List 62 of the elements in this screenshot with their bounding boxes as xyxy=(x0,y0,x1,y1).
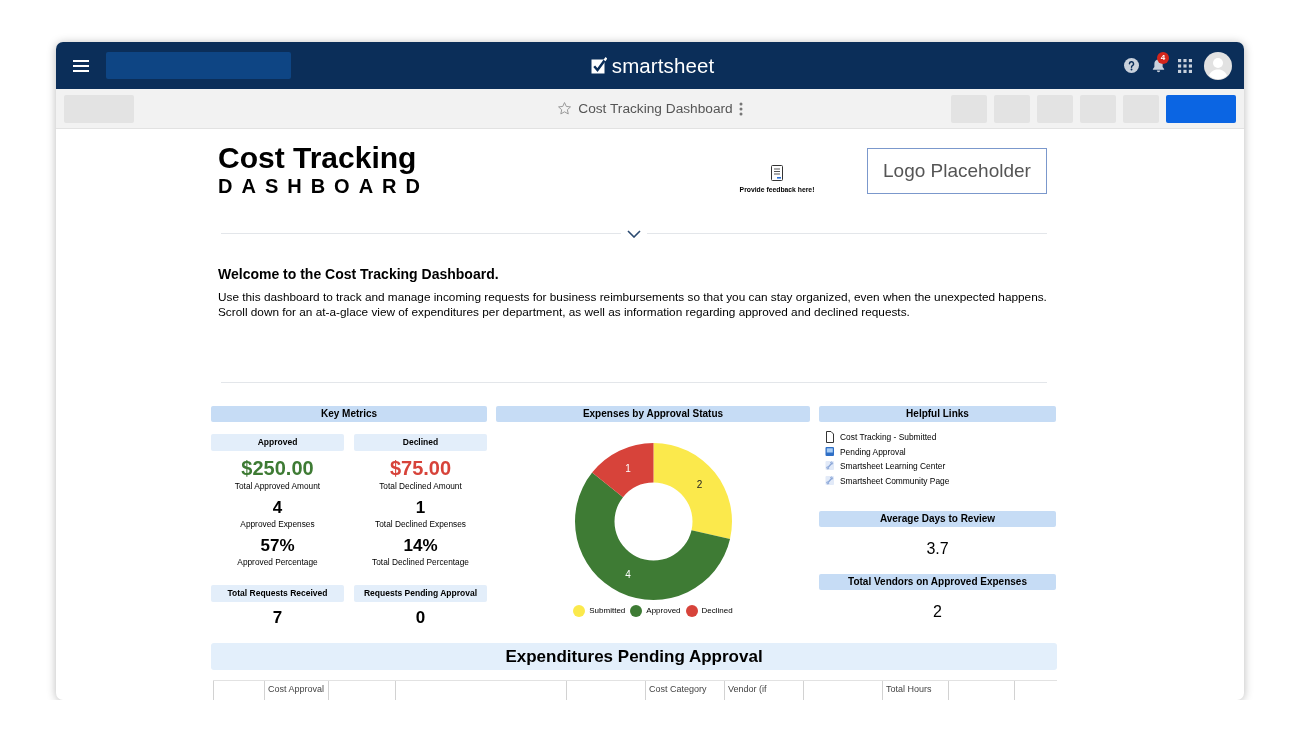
metric-value: 0 xyxy=(415,608,426,627)
helpful-link[interactable]: Cost Tracking - Submitted xyxy=(825,430,937,445)
metric-value: 4 xyxy=(272,498,283,517)
logo-icon xyxy=(590,57,607,74)
metric-value: 3.7 xyxy=(926,540,949,558)
section-header: Total Vendors on Approved Expenses xyxy=(819,574,1056,590)
metric-label: Approved Percentage xyxy=(237,557,318,568)
avatar-icon[interactable] xyxy=(1204,51,1232,80)
notification-badge: 4 xyxy=(1157,52,1169,64)
metric-label: Total Declined Amount xyxy=(379,481,462,492)
welcome-heading: Welcome to the Cost Tracking Dashboard. xyxy=(218,265,500,283)
link-icon xyxy=(825,460,835,473)
column-header: Vendor (if xyxy=(724,681,803,700)
helpful-link[interactable]: Smartsheet Learning Center xyxy=(825,459,946,474)
metric-label: Approved Expenses xyxy=(240,519,315,530)
metric-label: Total Approved Amount xyxy=(234,481,321,492)
metric-amount: $75.00 xyxy=(389,457,452,479)
metric-label: Total Declined Percentage xyxy=(372,557,469,568)
section-header: Expenses by Approval Status xyxy=(496,406,810,422)
logo-placeholder-text: Logo Placeholder xyxy=(883,160,1031,182)
primary-button-placeholder xyxy=(1166,94,1236,123)
welcome-text: Use this dashboard to track and manage incoming requests for business reimbursements so that you can stay organized, even when the unexpected happens. Scroll down for an at-a-glace view of expenditures per department, as well as information regarding approved and declined requests. xyxy=(218,290,1048,320)
data-label: 2 xyxy=(696,479,703,491)
legend-label: Approved xyxy=(646,605,681,617)
apps-grid-icon[interactable] xyxy=(1178,58,1192,73)
legend-label: Submitted xyxy=(589,605,626,617)
metric-value: 1 xyxy=(415,498,426,517)
page-title: Cost Tracking xyxy=(218,141,418,175)
metric-header: Approved xyxy=(211,434,344,451)
page-subtitle: DASHBOARD xyxy=(218,175,429,197)
metric-header: Requests Pending Approval xyxy=(354,585,487,602)
menu-icon[interactable] xyxy=(73,59,89,72)
column-header: Total Hours xyxy=(882,681,948,700)
helpful-link[interactable]: Smartsheet Community Page xyxy=(825,473,950,488)
metric-value: 7 xyxy=(272,608,283,627)
column-header: Cost Category xyxy=(645,681,724,700)
data-label: 1 xyxy=(625,463,631,475)
metric-value: 57% xyxy=(260,536,295,555)
data-label: 4 xyxy=(625,568,631,580)
metric-amount: $250.00 xyxy=(241,457,314,479)
help-icon[interactable] xyxy=(1124,58,1139,73)
section-header: Key Metrics xyxy=(211,406,487,422)
metric-header: Declined xyxy=(354,434,487,451)
chevron-down-icon[interactable] xyxy=(627,230,641,238)
section-header: Expenditures Pending Approval xyxy=(211,643,1057,670)
section-header: Average Days to Review xyxy=(819,511,1056,527)
window-icon xyxy=(825,445,835,458)
helpful-link[interactable]: Pending Approval xyxy=(825,444,906,459)
dashboard-title: Cost Tracking Dashboard xyxy=(578,101,733,116)
section-header: Helpful Links xyxy=(819,406,1056,422)
metric-label: Total Declined Expenses xyxy=(375,519,466,530)
logo-text: smartsheet xyxy=(611,53,715,78)
metric-value: 14% xyxy=(403,536,438,555)
metric-header: Total Requests Received xyxy=(211,585,344,602)
link-icon xyxy=(825,474,835,487)
metric-value: 2 xyxy=(933,603,942,621)
document-icon xyxy=(771,165,783,181)
legend-label: Declined xyxy=(701,605,733,617)
star-icon[interactable] xyxy=(557,101,573,116)
more-icon[interactable] xyxy=(738,101,743,116)
page-icon xyxy=(825,431,835,444)
column-header: Cost Approval xyxy=(264,681,328,700)
